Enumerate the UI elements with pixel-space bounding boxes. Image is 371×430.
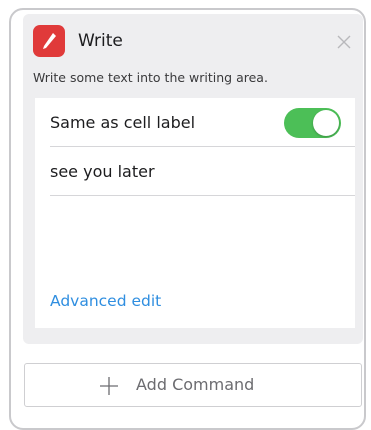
add-command-button[interactable]: Add Command xyxy=(24,363,362,407)
pencil-icon xyxy=(33,25,65,57)
action-settings-card: Same as cell label see you later Advance… xyxy=(35,98,355,328)
action-title: Write xyxy=(78,31,123,51)
text-value-field[interactable]: see you later xyxy=(50,162,155,181)
close-icon[interactable] xyxy=(336,34,352,50)
action-description: Write some text into the writing area. xyxy=(33,70,268,85)
same-as-label-toggle[interactable] xyxy=(284,108,341,138)
same-as-label-text: Same as cell label xyxy=(50,113,196,132)
same-as-label-row[interactable]: Same as cell label xyxy=(35,98,355,146)
plus-icon xyxy=(99,376,119,396)
text-value-row[interactable]: see you later xyxy=(35,147,355,195)
toggle-knob xyxy=(313,110,339,136)
action-header: Write xyxy=(33,23,353,63)
add-command-label: Add Command xyxy=(136,375,255,394)
row-divider xyxy=(50,195,355,196)
advanced-edit-link[interactable]: Advanced edit xyxy=(50,292,161,310)
